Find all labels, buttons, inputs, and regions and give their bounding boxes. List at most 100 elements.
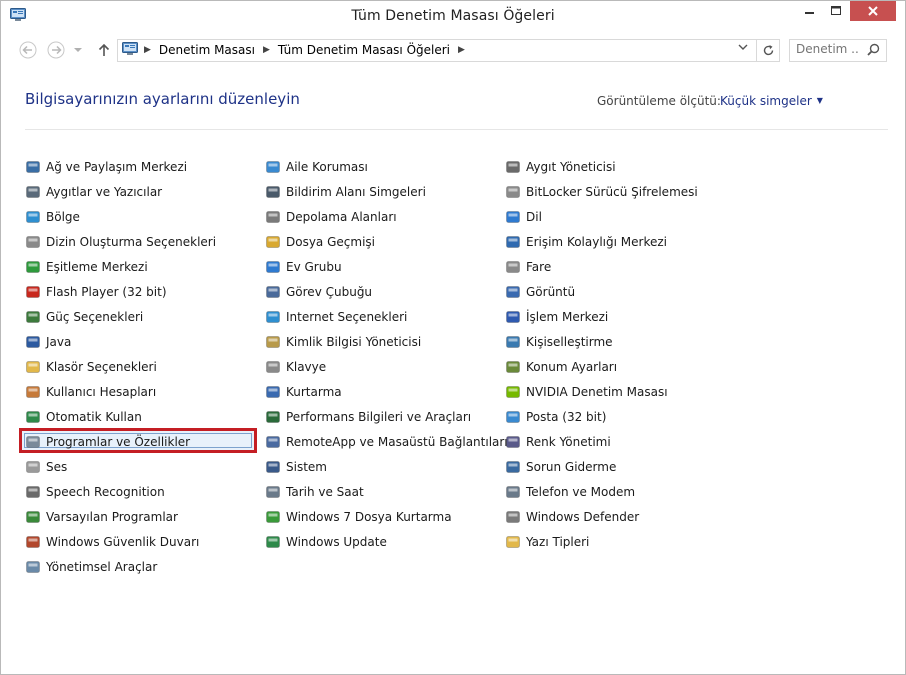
chevron-right-icon[interactable]: ▶ xyxy=(144,45,151,55)
keyboard-icon xyxy=(266,360,280,373)
refresh-button[interactable] xyxy=(756,40,779,61)
applet-label: Bildirim Alanı Simgeleri xyxy=(286,184,426,199)
applet-troubleshoot-link[interactable]: Sorun Giderme xyxy=(505,454,740,479)
applet-label: Yazı Tipleri xyxy=(526,534,590,549)
applet-microphone-link[interactable]: Speech Recognition xyxy=(25,479,260,504)
chevron-down-icon xyxy=(74,48,82,52)
search-box[interactable] xyxy=(789,39,887,62)
chevron-right-icon[interactable]: ▶ xyxy=(458,45,465,55)
navigation-bar: ▶ Denetim Masası ▶ Tüm Denetim Masası Öğ… xyxy=(1,32,905,68)
close-button[interactable] xyxy=(850,1,896,21)
applet-indexing-link[interactable]: Dizin Oluşturma Seçenekleri xyxy=(25,229,260,254)
applet-action-center-link[interactable]: İşlem Merkezi xyxy=(505,304,740,329)
printer-icon xyxy=(26,185,40,198)
fonts-icon xyxy=(506,535,520,548)
chevron-down-icon: ▼ xyxy=(816,96,823,105)
up-button[interactable] xyxy=(93,40,115,60)
applet-users-link[interactable]: Kullanıcı Hesapları xyxy=(25,379,260,404)
forward-button[interactable] xyxy=(45,40,67,60)
minimize-icon xyxy=(804,12,814,14)
globe-clock-icon xyxy=(26,210,40,223)
applet-location-link[interactable]: Konum Ayarları xyxy=(505,354,740,379)
title-bar[interactable]: Tüm Denetim Masası Öğeleri xyxy=(1,1,905,32)
applet-device-manager-link[interactable]: Aygıt Yöneticisi xyxy=(505,154,740,179)
applet-globe-clock-link[interactable]: Bölge xyxy=(25,204,260,229)
applet-color-management-link[interactable]: Renk Yönetimi xyxy=(505,429,740,454)
applet-personalization-link[interactable]: Kişiselleştirme xyxy=(505,329,740,354)
applet-network-link[interactable]: Ağ ve Paylaşım Merkezi xyxy=(25,154,260,179)
applet-flash-link[interactable]: Flash Player (32 bit) xyxy=(25,279,260,304)
color-management-icon xyxy=(506,435,520,448)
applet-nvidia-link[interactable]: NVIDIA Denetim Masası xyxy=(505,379,740,404)
applet-performance-link[interactable]: Performans Bilgileri ve Araçları xyxy=(265,404,500,429)
applet-label: Eşitleme Merkezi xyxy=(46,259,148,274)
search-input[interactable] xyxy=(796,42,860,56)
maximize-button[interactable] xyxy=(823,1,850,21)
breadcrumb-all-items[interactable]: Tüm Denetim Masası Öğeleri xyxy=(278,43,450,57)
refresh-icon xyxy=(763,45,773,56)
applet-homegroup-link[interactable]: Ev Grubu xyxy=(265,254,500,279)
applet-label: Posta (32 bit) xyxy=(526,409,607,424)
applet-mouse-link[interactable]: Fare xyxy=(505,254,740,279)
applet-defender-link[interactable]: Windows Defender xyxy=(505,504,740,529)
applet-clock-link[interactable]: Tarih ve Saat xyxy=(265,479,500,504)
minimize-button[interactable] xyxy=(796,1,823,21)
applet-label: Aile Koruması xyxy=(286,159,368,174)
applet-update-link[interactable]: Windows Update xyxy=(265,529,500,554)
back-button[interactable] xyxy=(17,40,39,60)
applet-notification-link[interactable]: Bildirim Alanı Simgeleri xyxy=(265,179,500,204)
applet-printer-link[interactable]: Aygıtlar ve Yazıcılar xyxy=(25,179,260,204)
address-bar[interactable]: ▶ Denetim Masası ▶ Tüm Denetim Masası Öğ… xyxy=(117,39,780,62)
microphone-icon xyxy=(26,485,40,498)
applet-firewall-link[interactable]: Windows Güvenlik Duvarı xyxy=(25,529,260,554)
remoteapp-icon xyxy=(266,435,280,448)
applet-language-link[interactable]: Dil xyxy=(505,204,740,229)
applet-sync-link[interactable]: Eşitleme Merkezi xyxy=(25,254,260,279)
applet-remoteapp-link[interactable]: RemoteApp ve Masaüstü Bağlantıları xyxy=(265,429,508,454)
users-icon xyxy=(26,385,40,398)
applet-column-2: Aile Koruması Bildirim Alanı Simgeleri Dep… xyxy=(265,154,508,554)
window-title: Tüm Denetim Masası Öğeleri xyxy=(351,8,555,24)
applet-power-link[interactable]: Güç Seçenekleri xyxy=(25,304,260,329)
applet-folder-link[interactable]: Klasör Seçenekleri xyxy=(25,354,260,379)
address-dropdown-button[interactable] xyxy=(738,43,748,54)
chevron-down-icon xyxy=(738,44,748,50)
applet-recovery-link[interactable]: Kurtarma xyxy=(265,379,500,404)
applet-label: RemoteApp ve Masaüstü Bağlantıları xyxy=(286,434,508,449)
mail-icon xyxy=(506,410,520,423)
applet-default-programs-link[interactable]: Varsayılan Programlar xyxy=(25,504,260,529)
applet-column-3: Aygıt Yöneticisi BitLocker Sürücü Şifrele… xyxy=(505,154,740,554)
applet-label: NVIDIA Denetim Masası xyxy=(526,384,668,399)
applet-bitlocker-link[interactable]: BitLocker Sürücü Şifrelemesi xyxy=(505,179,740,204)
applet-file-recovery-link[interactable]: Windows 7 Dosya Kurtarma xyxy=(265,504,500,529)
applet-mail-link[interactable]: Posta (32 bit) xyxy=(505,404,740,429)
applet-accessibility-link[interactable]: Erişim Kolaylığı Merkezi xyxy=(505,229,740,254)
applet-display-link[interactable]: Görüntü xyxy=(505,279,740,304)
applet-system-link[interactable]: Sistem xyxy=(265,454,500,479)
divider xyxy=(25,129,888,130)
applet-label: Performans Bilgileri ve Araçları xyxy=(286,409,472,424)
applet-phone-link[interactable]: Telefon ve Modem xyxy=(505,479,740,504)
applet-credential-link[interactable]: Kimlik Bilgisi Yöneticisi xyxy=(265,329,500,354)
breadcrumb-control-panel[interactable]: Denetim Masası xyxy=(159,43,255,57)
breadcrumb: ▶ Denetim Masası ▶ Tüm Denetim Masası Öğ… xyxy=(144,43,473,57)
view-mode-dropdown[interactable]: Küçük simgeler ▼ xyxy=(720,94,823,108)
applet-keyboard-link[interactable]: Klavye xyxy=(265,354,500,379)
applet-family-link[interactable]: Aile Koruması xyxy=(265,154,500,179)
notification-icon xyxy=(266,185,280,198)
applet-file-history-link[interactable]: Dosya Geçmişi xyxy=(265,229,500,254)
applet-label: Ağ ve Paylaşım Merkezi xyxy=(46,159,188,174)
applet-programs-link[interactable]: Programlar ve Özellikler xyxy=(19,428,260,454)
applet-admin-tools-link[interactable]: Yönetimsel Araçlar xyxy=(25,554,260,579)
applet-taskbar-link[interactable]: Görev Çubuğu xyxy=(265,279,500,304)
applet-storage-link[interactable]: Depolama Alanları xyxy=(265,204,500,229)
folder-icon xyxy=(26,360,40,373)
applet-fonts-link[interactable]: Yazı Tipleri xyxy=(505,529,740,554)
applet-autoplay-link[interactable]: Otomatik Kullan xyxy=(25,404,260,429)
recent-locations-button[interactable] xyxy=(71,40,85,60)
applet-label: Kişiselleştirme xyxy=(526,334,613,349)
applet-internet-link[interactable]: Internet Seçenekleri xyxy=(265,304,500,329)
applet-java-link[interactable]: Java xyxy=(25,329,260,354)
chevron-right-icon[interactable]: ▶ xyxy=(263,45,270,55)
applet-speaker-link[interactable]: Ses xyxy=(25,454,260,479)
